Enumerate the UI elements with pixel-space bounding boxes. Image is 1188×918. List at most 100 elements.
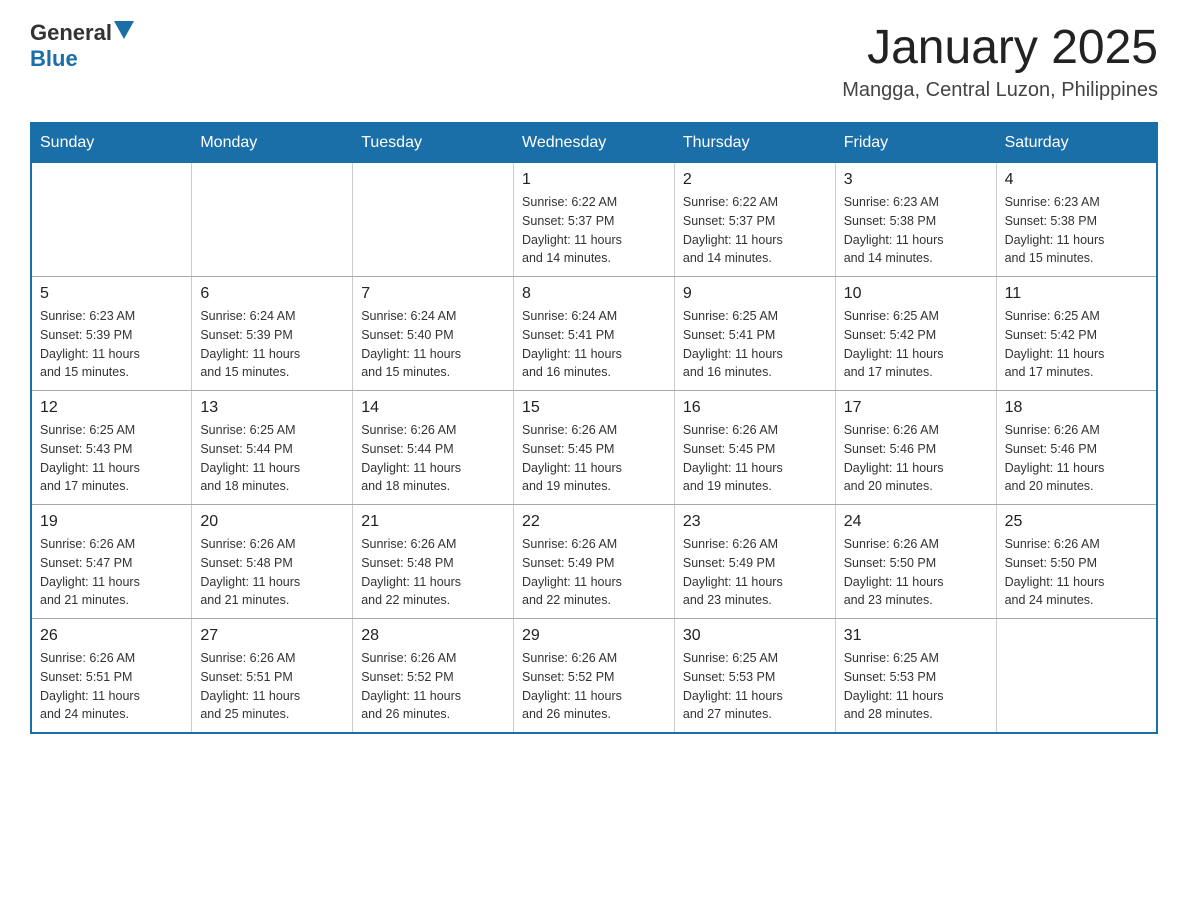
location-title: Mangga, Central Luzon, Philippines [842,79,1158,102]
day-number: 3 [844,171,988,189]
day-number: 18 [1005,399,1148,417]
calendar-cell: 11 Sunrise: 6:25 AMSunset: 5:42 PMDayligh… [996,277,1157,391]
calendar-week-row: 12 Sunrise: 6:25 AMSunset: 5:43 PMDayligh… [31,391,1157,505]
calendar-cell: 19 Sunrise: 6:26 AMSunset: 5:47 PMDayligh… [31,505,192,619]
day-number: 10 [844,285,988,303]
title-section: January 2025 Mangga, Central Luzon, Phil… [842,20,1158,102]
calendar-cell [31,163,192,277]
day-of-week-header: Thursday [674,123,835,163]
day-number: 8 [522,285,666,303]
day-number: 13 [200,399,344,417]
day-of-week-header: Wednesday [514,123,675,163]
calendar-cell: 17 Sunrise: 6:26 AMSunset: 5:46 PMDayligh… [835,391,996,505]
calendar-cell: 30 Sunrise: 6:25 AMSunset: 5:53 PMDayligh… [674,619,835,734]
day-number: 24 [844,513,988,531]
day-info: Sunrise: 6:26 AMSunset: 5:47 PMDaylight:… [40,535,183,610]
calendar-week-row: 26 Sunrise: 6:26 AMSunset: 5:51 PMDayligh… [31,619,1157,734]
calendar-cell: 12 Sunrise: 6:25 AMSunset: 5:43 PMDayligh… [31,391,192,505]
day-number: 20 [200,513,344,531]
calendar-week-row: 5Sunrise: 6:23 AMSunset: 5:39 PMDaylight… [31,277,1157,391]
calendar-cell: 10 Sunrise: 6:25 AMSunset: 5:42 PMDayligh… [835,277,996,391]
calendar-cell: 3 Sunrise: 6:23 AMSunset: 5:38 PMDaylight… [835,163,996,277]
calendar-cell: 24Sunrise: 6:26 AMSunset: 5:50 PMDayligh… [835,505,996,619]
day-of-week-header: Saturday [996,123,1157,163]
calendar-cell: 5Sunrise: 6:23 AMSunset: 5:39 PMDaylight… [31,277,192,391]
day-number: 14 [361,399,505,417]
day-info: Sunrise: 6:25 AMSunset: 5:53 PMDaylight:… [844,649,988,724]
calendar-cell: 18 Sunrise: 6:26 AMSunset: 5:46 PMDayligh… [996,391,1157,505]
day-number: 26 [40,627,183,645]
calendar-week-row: 1Sunrise: 6:22 AMSunset: 5:37 PMDaylight… [31,163,1157,277]
calendar-cell: 4Sunrise: 6:23 AMSunset: 5:38 PMDaylight… [996,163,1157,277]
day-info: Sunrise: 6:23 AMSunset: 5:38 PMDaylight:… [844,193,988,268]
day-number: 19 [40,513,183,531]
calendar-cell: 21 Sunrise: 6:26 AMSunset: 5:48 PMDayligh… [353,505,514,619]
calendar-cell [353,163,514,277]
calendar-cell: 31 Sunrise: 6:25 AMSunset: 5:53 PMDayligh… [835,619,996,734]
day-of-week-header: Friday [835,123,996,163]
calendar-cell: 25 Sunrise: 6:26 AMSunset: 5:50 PMDayligh… [996,505,1157,619]
day-number: 29 [522,627,666,645]
day-number: 30 [683,627,827,645]
day-number: 31 [844,627,988,645]
page-header: General Blue January 2025 Mangga, Centra… [30,20,1158,102]
calendar-cell: 16 Sunrise: 6:26 AMSunset: 5:45 PMDayligh… [674,391,835,505]
calendar-cell: 6Sunrise: 6:24 AMSunset: 5:39 PMDaylight… [192,277,353,391]
day-info: Sunrise: 6:26 AMSunset: 5:46 PMDaylight:… [1005,421,1148,496]
day-number: 5 [40,285,183,303]
day-number: 12 [40,399,183,417]
calendar-cell: 14Sunrise: 6:26 AMSunset: 5:44 PMDayligh… [353,391,514,505]
logo-general: General [30,20,112,46]
day-number: 6 [200,285,344,303]
day-of-week-header: Sunday [31,123,192,163]
logo-blue: Blue [30,46,78,71]
calendar-cell: 13 Sunrise: 6:25 AMSunset: 5:44 PMDayligh… [192,391,353,505]
calendar-cell: 28 Sunrise: 6:26 AMSunset: 5:52 PMDayligh… [353,619,514,734]
day-info: Sunrise: 6:26 AMSunset: 5:48 PMDaylight:… [361,535,505,610]
day-number: 25 [1005,513,1148,531]
day-number: 28 [361,627,505,645]
day-info: Sunrise: 6:25 AMSunset: 5:42 PMDaylight:… [844,307,988,382]
day-number: 9 [683,285,827,303]
calendar-cell: 7Sunrise: 6:24 AMSunset: 5:40 PMDaylight… [353,277,514,391]
calendar-cell: 8 Sunrise: 6:24 AMSunset: 5:41 PMDaylight… [514,277,675,391]
day-info: Sunrise: 6:26 AMSunset: 5:49 PMDaylight:… [683,535,827,610]
day-number: 21 [361,513,505,531]
calendar-cell: 27Sunrise: 6:26 AMSunset: 5:51 PMDayligh… [192,619,353,734]
day-info: Sunrise: 6:26 AMSunset: 5:51 PMDaylight:… [40,649,183,724]
day-number: 16 [683,399,827,417]
day-info: Sunrise: 6:25 AMSunset: 5:53 PMDaylight:… [683,649,827,724]
calendar-cell: 22Sunrise: 6:26 AMSunset: 5:49 PMDayligh… [514,505,675,619]
calendar-cell: 29Sunrise: 6:26 AMSunset: 5:52 PMDayligh… [514,619,675,734]
logo-triangle-icon [114,21,134,41]
calendar-header-row: SundayMondayTuesdayWednesdayThursdayFrid… [31,123,1157,163]
day-info: Sunrise: 6:25 AMSunset: 5:43 PMDaylight:… [40,421,183,496]
calendar-cell: 1Sunrise: 6:22 AMSunset: 5:37 PMDaylight… [514,163,675,277]
calendar-cell: 20 Sunrise: 6:26 AMSunset: 5:48 PMDayligh… [192,505,353,619]
day-info: Sunrise: 6:25 AMSunset: 5:44 PMDaylight:… [200,421,344,496]
calendar-cell [996,619,1157,734]
calendar-cell [192,163,353,277]
day-of-week-header: Tuesday [353,123,514,163]
day-info: Sunrise: 6:26 AMSunset: 5:45 PMDaylight:… [683,421,827,496]
day-info: Sunrise: 6:26 AMSunset: 5:46 PMDaylight:… [844,421,988,496]
calendar-cell: 15Sunrise: 6:26 AMSunset: 5:45 PMDayligh… [514,391,675,505]
logo: General Blue [30,20,134,72]
day-info: Sunrise: 6:26 AMSunset: 5:52 PMDaylight:… [361,649,505,724]
day-number: 22 [522,513,666,531]
day-number: 15 [522,399,666,417]
day-of-week-header: Monday [192,123,353,163]
day-info: Sunrise: 6:22 AMSunset: 5:37 PMDaylight:… [522,193,666,268]
day-info: Sunrise: 6:26 AMSunset: 5:50 PMDaylight:… [1005,535,1148,610]
calendar-cell: 23Sunrise: 6:26 AMSunset: 5:49 PMDayligh… [674,505,835,619]
day-info: Sunrise: 6:24 AMSunset: 5:41 PMDaylight:… [522,307,666,382]
day-info: Sunrise: 6:24 AMSunset: 5:40 PMDaylight:… [361,307,505,382]
day-number: 17 [844,399,988,417]
day-info: Sunrise: 6:25 AMSunset: 5:42 PMDaylight:… [1005,307,1148,382]
calendar-week-row: 19 Sunrise: 6:26 AMSunset: 5:47 PMDayligh… [31,505,1157,619]
day-info: Sunrise: 6:26 AMSunset: 5:48 PMDaylight:… [200,535,344,610]
calendar-cell: 26 Sunrise: 6:26 AMSunset: 5:51 PMDayligh… [31,619,192,734]
day-number: 27 [200,627,344,645]
day-number: 4 [1005,171,1148,189]
day-number: 11 [1005,285,1148,303]
